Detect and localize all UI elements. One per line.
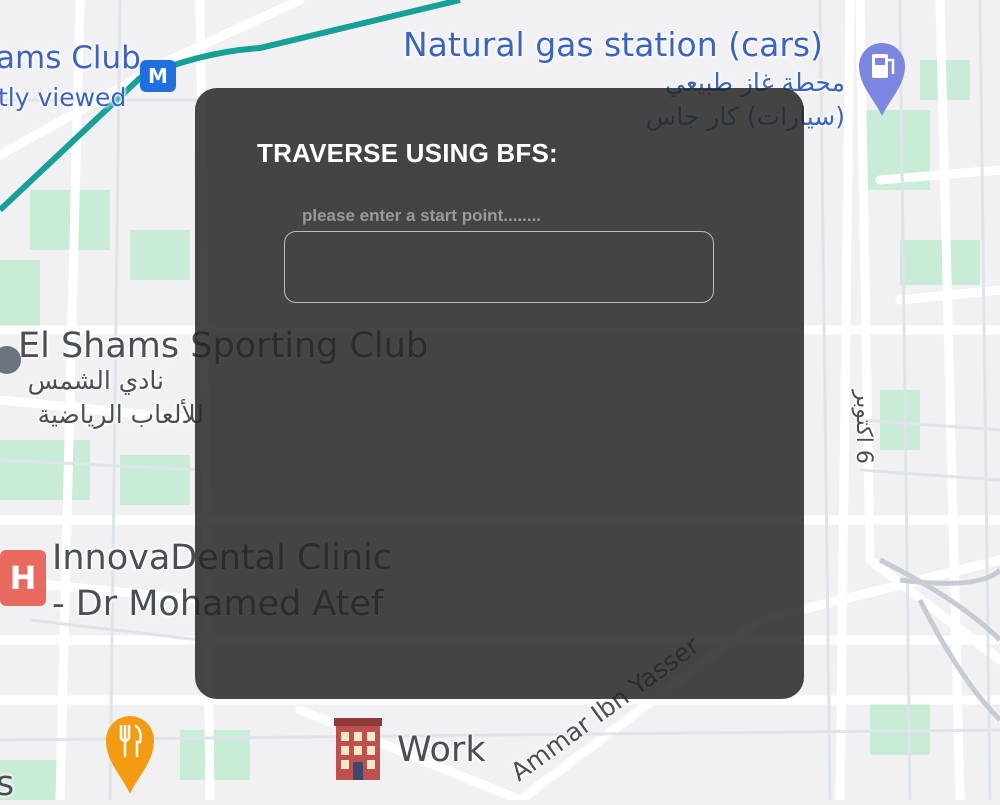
restaurant-icon[interactable]: [102, 712, 158, 796]
gas-station-label[interactable]: Natural gas station (cars): [403, 27, 823, 63]
start-point-input[interactable]: [284, 231, 714, 303]
sporting-club-arabic-label-1: نادي الشمس: [27, 366, 164, 395]
bottom-partial-label: s: [0, 764, 15, 804]
bfs-dialog: TRAVERSE USING BFS: please enter a start…: [195, 88, 804, 699]
metro-icon[interactable]: M: [140, 60, 176, 92]
hospital-icon[interactable]: H: [0, 550, 46, 606]
gas-station-icon[interactable]: [855, 38, 909, 118]
dialog-title: TRAVERSE USING BFS:: [257, 138, 558, 168]
sporting-club-arabic-label-2: للألعاب الرياضية: [37, 400, 204, 429]
recently-viewed-label: tly viewed: [0, 83, 127, 112]
work-label[interactable]: Work: [397, 732, 486, 769]
work-building-icon[interactable]: [330, 712, 386, 784]
sports-pin-icon[interactable]: [0, 345, 22, 383]
shams-club-label[interactable]: ams Club: [0, 42, 141, 75]
start-point-label: please enter a start point........: [302, 206, 542, 225]
street-october-label: 6 اكتوبر: [851, 390, 876, 464]
